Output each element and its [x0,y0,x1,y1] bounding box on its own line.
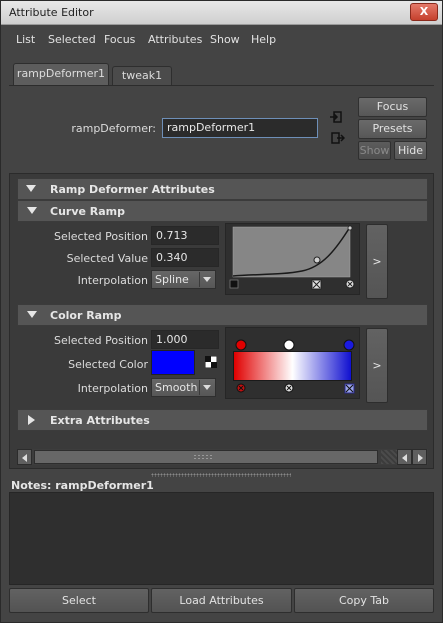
section-title: Curve Ramp [50,205,126,218]
curve-ramp-expand-button[interactable]: > [366,224,388,299]
menu-attributes[interactable]: Attributes [148,33,202,46]
curve-selected-position-field[interactable]: 0.713 [151,226,219,245]
menu-list[interactable]: List [16,33,35,46]
curve-ramp-graph[interactable] [227,223,359,293]
copy-tab-button[interactable]: Copy Tab [294,588,434,613]
scroll-left-button[interactable] [17,449,32,465]
attribute-editor-window: Attribute Editor X List Selected Focus A… [0,0,443,623]
pane-splitter[interactable] [151,473,291,477]
focus-button[interactable]: Focus [358,97,427,117]
section-title: Color Ramp [50,309,122,322]
color-selected-position-field[interactable]: 1.000 [151,330,219,349]
collapse-arrow-icon [26,185,36,192]
color-ramp-expand-button[interactable]: > [366,328,388,403]
presets-button[interactable]: Presets [358,119,427,139]
arrow-right-icon [418,454,423,462]
menu-selected[interactable]: Selected [48,33,96,46]
expand-arrow-icon [28,415,35,425]
menu-show[interactable]: Show [210,33,240,46]
notes-textarea[interactable] [9,492,434,585]
color-ramp-section-header[interactable]: Color Ramp [17,304,428,326]
section-title: Extra Attributes [50,414,150,427]
output-connection-icon[interactable] [331,131,345,145]
selected-color-swatch[interactable] [151,350,195,375]
dropdown-value: Smooth [155,381,198,394]
color-picker-icon[interactable] [205,356,217,368]
grip-icon [193,454,213,461]
curve-selected-value-label: Selected Value [66,252,148,265]
collapse-arrow-icon [27,311,37,318]
notes-label: Notes: rampDeformer1 [11,479,154,492]
close-button[interactable]: X [410,3,438,21]
node-name-field[interactable]: rampDeformer1 [162,118,318,138]
curve-ramp-section-header[interactable]: Curve Ramp [17,200,428,222]
curve-interpolation-dropdown[interactable]: Spline [151,270,216,289]
curve-selected-position-label: Selected Position [53,230,148,243]
curve-selected-value-field[interactable]: 0.340 [151,248,219,267]
section-title: Ramp Deformer Attributes [50,183,215,196]
color-interpolation-label: Interpolation [77,382,148,395]
color-selected-position-label: Selected Position [53,334,148,347]
dropdown-separator [199,380,200,395]
input-connection-icon[interactable] [329,110,343,124]
curve-interpolation-label: Interpolation [77,274,148,287]
selected-color-label: Selected Color [68,358,148,371]
close-icon: X [419,5,429,18]
menu-bar: List Selected Focus Attributes Show Help [1,25,442,55]
ramp-deformer-section-header[interactable]: Ramp Deformer Attributes [17,178,428,200]
scroll-right-button[interactable] [412,449,427,465]
collapse-arrow-icon [27,207,37,214]
title-bar: Attribute Editor X [1,1,442,25]
tab-divider [9,85,434,86]
arrow-left-icon [402,454,407,462]
color-ramp-handles[interactable] [227,335,359,397]
tab-rampdeformer1[interactable]: rampDeformer1 [13,63,109,85]
arrow-left-icon [22,454,27,462]
chevron-down-icon [203,277,211,282]
load-attributes-button[interactable]: Load Attributes [151,588,292,613]
hide-button[interactable]: Hide [394,141,427,160]
node-name-label: rampDeformer: [71,122,156,135]
dropdown-separator [199,272,200,287]
select-button[interactable]: Select [9,588,149,613]
tab-tweak1[interactable]: tweak1 [112,66,172,85]
extra-attributes-section-header[interactable]: Extra Attributes [17,409,428,431]
chevron-down-icon [203,385,211,390]
scroll-left-button-2[interactable] [397,449,412,465]
menu-focus[interactable]: Focus [104,33,135,46]
show-button[interactable]: Show [358,141,391,160]
window-title: Attribute Editor [9,6,94,19]
dropdown-value: Spline [155,273,189,286]
scrollbar-thumb[interactable] [34,450,378,464]
horizontal-scrollbar[interactable] [17,449,428,465]
color-interpolation-dropdown[interactable]: Smooth [151,378,216,397]
menu-help[interactable]: Help [251,33,276,46]
